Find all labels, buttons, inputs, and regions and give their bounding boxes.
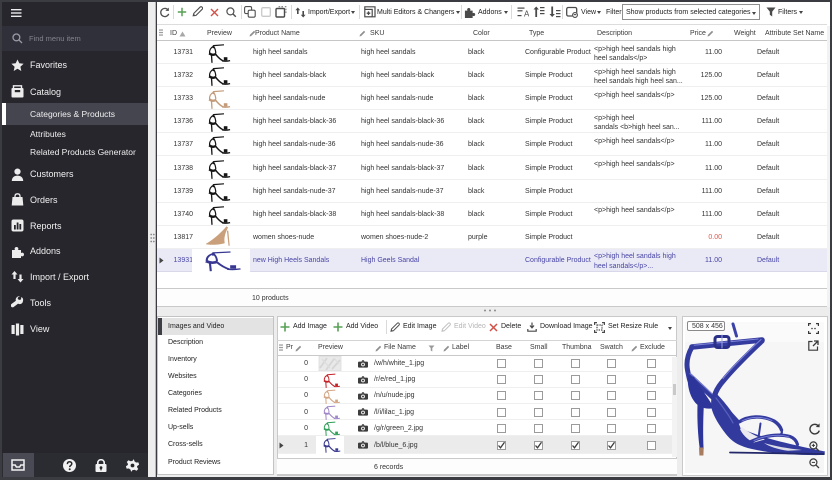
svg-text:A: A: [524, 10, 529, 18]
